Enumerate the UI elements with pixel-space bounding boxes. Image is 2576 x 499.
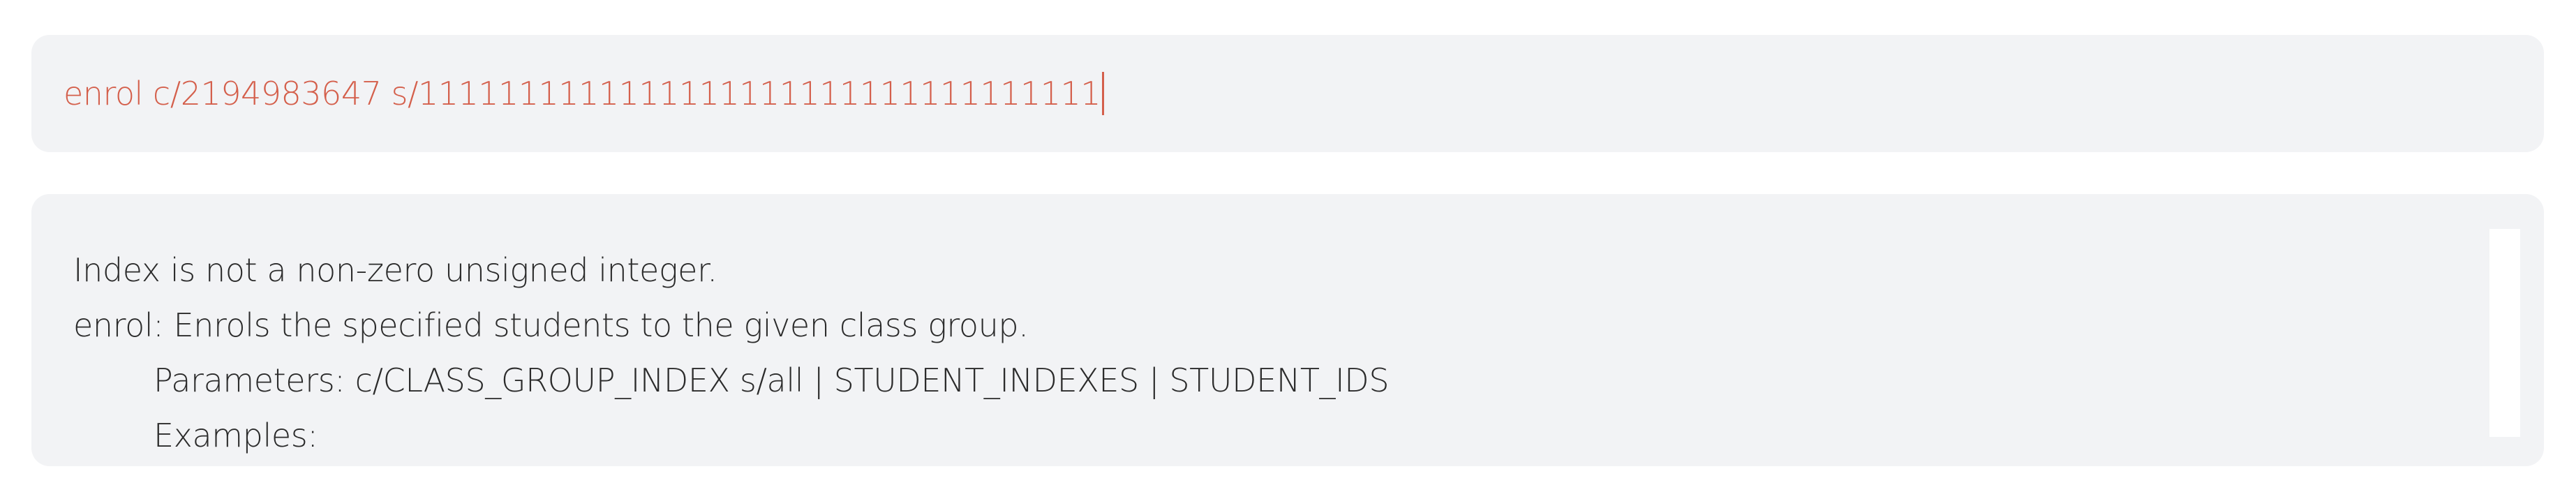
result-text-area[interactable]: Index is not a non-zero unsigned integer… bbox=[73, 243, 2446, 459]
command-usage: enrol: Enrols the specified students to … bbox=[73, 306, 1029, 344]
command-input[interactable]: enrol c/2194983647 s/1111111111111111111… bbox=[31, 35, 2544, 152]
result-display: Index is not a non-zero unsigned integer… bbox=[31, 194, 2544, 466]
command-parameters: Parameters: c/CLASS_GROUP_INDEX s/all | … bbox=[154, 362, 1390, 399]
app-window: enrol c/2194983647 s/1111111111111111111… bbox=[0, 0, 2576, 499]
text-caret bbox=[1102, 71, 1105, 115]
vertical-scrollbar[interactable] bbox=[2489, 229, 2520, 437]
error-message: Index is not a non-zero unsigned integer… bbox=[73, 251, 717, 289]
command-examples-heading: Examples: bbox=[154, 417, 318, 454]
command-text: enrol c/2194983647 s/1111111111111111111… bbox=[64, 75, 1101, 112]
